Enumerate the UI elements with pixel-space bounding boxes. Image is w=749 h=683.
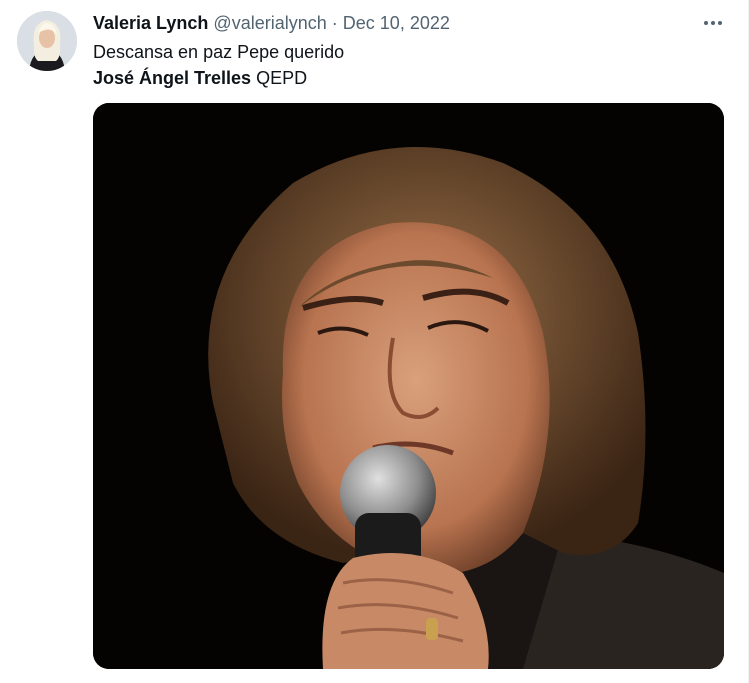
tweet-text-suffix: QEPD xyxy=(251,68,308,88)
tweet-header: Valeria Lynch @valerialynch · Dec 10, 20… xyxy=(93,11,450,35)
singer-photo xyxy=(93,103,724,669)
header-separator: · xyxy=(331,13,338,33)
tweet-date[interactable]: Dec 10, 2022 xyxy=(343,13,450,33)
tweet-text-line-2: José Ángel Trelles QEPD xyxy=(93,66,307,90)
more-options-button[interactable] xyxy=(702,14,724,32)
author-handle[interactable]: @valerialynch xyxy=(213,13,326,33)
more-horizontal-icon xyxy=(704,21,722,25)
tweet-card[interactable]: Valeria Lynch @valerialynch · Dec 10, 20… xyxy=(0,0,749,683)
tweet-text-line-1: Descansa en paz Pepe querido xyxy=(93,42,345,62)
author-avatar[interactable] xyxy=(17,11,77,71)
tweet-photo[interactable] xyxy=(93,103,724,669)
author-name[interactable]: Valeria Lynch xyxy=(93,13,208,33)
tweet-text-bold-name: José Ángel Trelles xyxy=(93,68,252,88)
avatar-image xyxy=(17,11,77,71)
